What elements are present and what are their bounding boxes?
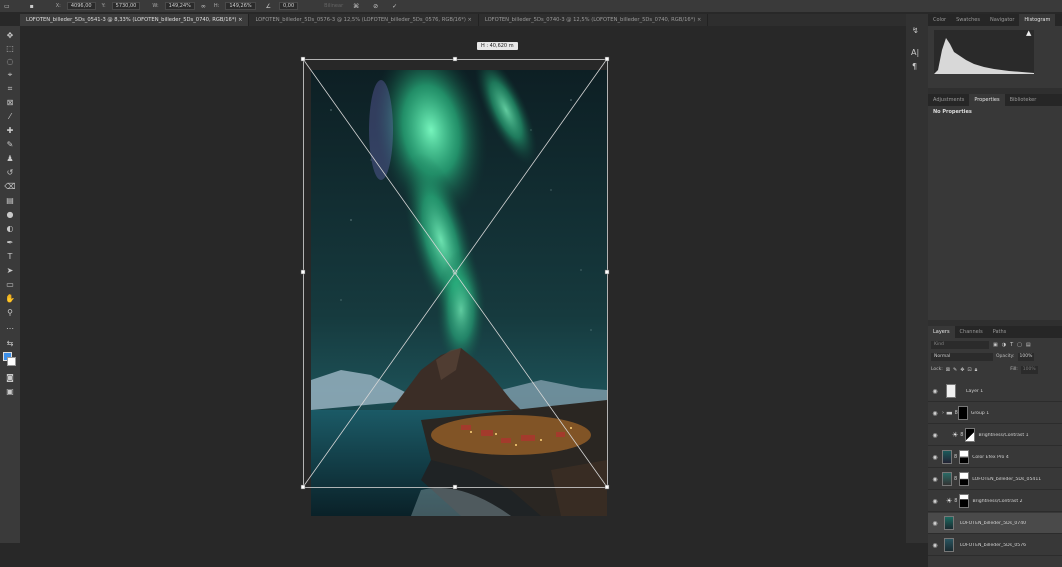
layer-name: Group 1 bbox=[970, 410, 990, 416]
blend-mode-select[interactable]: Normal bbox=[931, 352, 993, 361]
layer-row-group-1[interactable]: ◉ › ▬ 8 Group 1 bbox=[928, 403, 1062, 424]
filter-smart-icon[interactable]: ▤ bbox=[1026, 342, 1031, 348]
lock-paint-icon[interactable]: ✎ bbox=[953, 367, 957, 373]
visibility-eye-icon[interactable]: ◉ bbox=[928, 476, 942, 483]
layer-name: Layer 1 bbox=[966, 388, 984, 394]
filter-pixel-icon[interactable]: ▣ bbox=[993, 342, 998, 348]
layer-mask-thumbnail bbox=[965, 428, 976, 442]
histogram-panel: ▲ bbox=[928, 26, 1062, 88]
no-properties-text: No Properties bbox=[933, 109, 972, 115]
layer-row-lofoten-0576[interactable]: ◉ LOFOTEN_billeder_5Ds_0576 bbox=[928, 535, 1062, 556]
layer-row-layer-1[interactable]: ◉ Layer 1 bbox=[928, 381, 1062, 402]
layer-row-lofoten-05411[interactable]: ◉ 8 LOFOTEN_billeder_5Ds_05411 bbox=[928, 469, 1062, 490]
blend-row: Normal Opacity: 100% bbox=[931, 352, 1059, 361]
layer-thumbnail bbox=[942, 472, 952, 486]
layer-name: LOFOTEN_billeder_5Ds_0576 bbox=[960, 542, 1027, 548]
lock-pixels-icon[interactable]: ⊠ bbox=[946, 367, 950, 373]
top-panel-tabs: Color Swatches Navigator Histogram bbox=[928, 14, 1062, 26]
lock-label: Lock: bbox=[931, 367, 943, 372]
paragraph-panel-icon[interactable]: ¶ bbox=[912, 62, 917, 71]
lock-artboard-icon[interactable]: ⊡ bbox=[967, 367, 971, 373]
lock-move-icon[interactable]: ✥ bbox=[960, 367, 964, 373]
fill-input[interactable]: 100% bbox=[1020, 365, 1038, 374]
link-icon: 8 bbox=[954, 498, 958, 504]
layer-filter-row: Kind ▣ ◑ T ▢ ▤ bbox=[931, 340, 1059, 349]
tab-channels[interactable]: Channels bbox=[955, 326, 988, 338]
tab-properties[interactable]: Properties bbox=[969, 94, 1005, 106]
visibility-eye-icon[interactable]: ◉ bbox=[928, 454, 942, 461]
history-panel-icon[interactable]: ↯ bbox=[912, 26, 919, 35]
layer-thumbnail bbox=[944, 538, 954, 552]
lock-all-icon[interactable]: 🔒︎ bbox=[975, 367, 978, 373]
panel-icon-strip: ↯ A| ¶ bbox=[906, 14, 928, 543]
tab-navigator[interactable]: Navigator bbox=[985, 14, 1019, 26]
layer-search-input[interactable]: Kind bbox=[931, 340, 989, 349]
group-mask-thumbnail bbox=[957, 406, 968, 420]
right-panels: Color Swatches Navigator Histogram ▲ Adj… bbox=[928, 14, 1062, 567]
layer-thumbnail bbox=[942, 450, 952, 464]
layer-row-color-efex[interactable]: ◉ 8 Color Efex Pro 4 bbox=[928, 447, 1062, 468]
opacity-label: Opacity: bbox=[996, 354, 1015, 359]
expand-arrow-icon[interactable]: › bbox=[942, 410, 944, 416]
fill-label: Fill: bbox=[1010, 367, 1018, 372]
tab-adjustments[interactable]: Adjustments bbox=[928, 94, 969, 106]
layers-panel-tabs: Layers Channels Paths bbox=[928, 326, 1062, 338]
link-icon: 8 bbox=[954, 454, 958, 460]
lock-row: Lock: ⊠ ✎ ✥ ⊡ 🔒︎ Fill: 100% bbox=[931, 365, 1059, 374]
warning-icon[interactable]: ▲ bbox=[1026, 29, 1031, 37]
layer-row-brightness-contrast-1[interactable]: ◉ ☀ 8 Brightness/Contrast 1 bbox=[928, 425, 1062, 446]
filter-type-icon[interactable]: T bbox=[1010, 342, 1013, 348]
histogram-graph bbox=[934, 30, 1034, 74]
tab-swatches[interactable]: Swatches bbox=[951, 14, 985, 26]
layer-thumbnail bbox=[944, 516, 954, 530]
layer-name: Brightness/Contrast 1 bbox=[978, 432, 1029, 438]
link-icon: 8 bbox=[960, 432, 964, 438]
tab-biblioteker[interactable]: Biblioteker bbox=[1005, 94, 1042, 106]
visibility-eye-icon[interactable]: ◉ bbox=[928, 432, 942, 439]
character-panel-icon[interactable]: A| bbox=[911, 48, 919, 57]
visibility-eye-icon[interactable]: ◉ bbox=[928, 410, 942, 417]
layer-name: Brightness/Contrast 2 bbox=[972, 498, 1023, 504]
tab-paths[interactable]: Paths bbox=[988, 326, 1012, 338]
folder-icon: ▬ bbox=[946, 409, 953, 417]
link-icon: 8 bbox=[954, 476, 958, 482]
layer-row-brightness-contrast-2[interactable]: ◉ ☀ 8 Brightness/Contrast 2 bbox=[928, 491, 1062, 512]
layers-panel: Kind ▣ ◑ T ▢ ▤ Normal Opacity: 100% Lock… bbox=[928, 338, 1062, 567]
tab-histogram[interactable]: Histogram bbox=[1019, 14, 1056, 26]
adjustment-layer-icon: ☀ bbox=[952, 431, 959, 439]
filter-adjust-icon[interactable]: ◑ bbox=[1002, 342, 1006, 348]
layer-mask-thumbnail bbox=[959, 494, 970, 508]
filter-shape-icon[interactable]: ▢ bbox=[1017, 342, 1022, 348]
visibility-eye-icon[interactable]: ◉ bbox=[928, 388, 942, 395]
tab-color[interactable]: Color bbox=[928, 14, 951, 26]
layer-mask-thumbnail bbox=[959, 472, 970, 486]
layer-name: LOFOTEN_billeder_5Ds_05411 bbox=[972, 476, 1042, 482]
visibility-eye-icon[interactable]: ◉ bbox=[928, 520, 942, 527]
visibility-eye-icon[interactable]: ◉ bbox=[928, 498, 942, 505]
layer-thumbnail bbox=[946, 384, 956, 398]
adjustment-layer-icon: ☀ bbox=[946, 497, 953, 505]
layer-name: LOFOTEN_billeder_5Ds_0740 bbox=[960, 520, 1027, 526]
props-panel-tabs: Adjustments Properties Biblioteker bbox=[928, 94, 1062, 106]
properties-panel: No Properties bbox=[928, 106, 1062, 320]
transform-bounding-box[interactable] bbox=[0, 0, 1062, 543]
layer-row-lofoten-0740[interactable]: ◉ LOFOTEN_billeder_5Ds_0740 bbox=[928, 513, 1062, 534]
dimension-tooltip: H : 40,620 m bbox=[477, 42, 518, 50]
layer-mask-thumbnail bbox=[959, 450, 970, 464]
opacity-input[interactable]: 100% bbox=[1017, 352, 1035, 361]
tab-layers[interactable]: Layers bbox=[928, 326, 955, 338]
layer-name: Color Efex Pro 4 bbox=[972, 454, 1009, 460]
